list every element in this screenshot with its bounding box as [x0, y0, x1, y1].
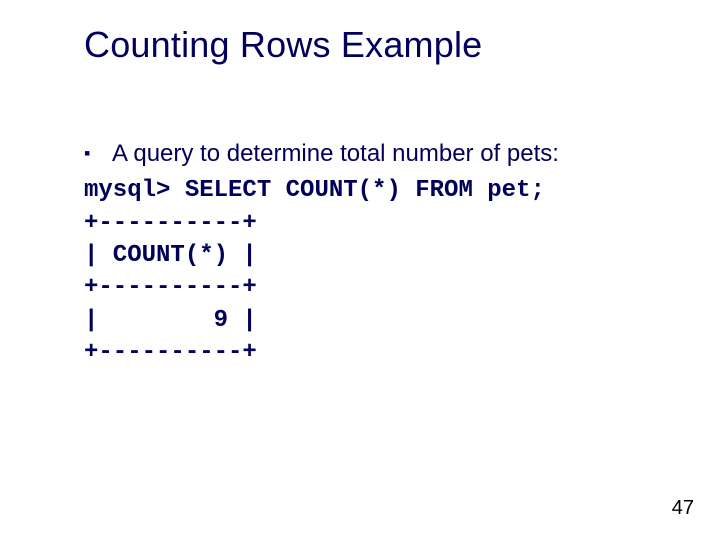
slide-body: ▪ A query to determine total number of p… — [84, 138, 660, 370]
bullet-text: A query to determine total number of pet… — [112, 138, 559, 169]
code-output: mysql> SELECT COUNT(*) FROM pet; +------… — [84, 175, 660, 369]
slide: Counting Rows Example ▪ A query to deter… — [0, 0, 720, 540]
bullet-item: ▪ A query to determine total number of p… — [84, 138, 660, 169]
square-bullet-icon: ▪ — [84, 138, 112, 169]
page-number: 47 — [672, 497, 694, 520]
slide-title: Counting Rows Example — [84, 24, 482, 66]
